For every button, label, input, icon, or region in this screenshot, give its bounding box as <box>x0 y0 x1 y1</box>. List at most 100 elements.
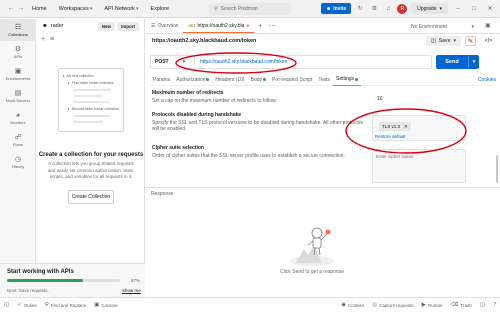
chevron-down-icon[interactable]: ▾ <box>469 59 479 65</box>
show-me-link[interactable]: Show me <box>122 288 141 293</box>
illustration-folder-row: ▸ Second folder inside collection <box>68 107 119 111</box>
console-icon: ▣ <box>94 302 100 308</box>
mock-server-icon: ▤ <box>14 89 22 97</box>
monitor-icon: ◕ <box>15 111 21 119</box>
settings-gear-icon[interactable]: ⚙ <box>369 4 379 14</box>
nav-api-network[interactable]: API Network▾ <box>98 6 144 12</box>
environment-select[interactable]: No Environment ▾ <box>408 21 478 32</box>
status-label: Console <box>101 302 118 308</box>
rail-item-environments[interactable]: ▣ Environments <box>0 63 36 85</box>
illustration-line <box>73 115 111 117</box>
new-tab-icon[interactable]: + <box>254 19 266 33</box>
rail-item-collections[interactable]: ☷ Collections <box>0 19 36 41</box>
remove-chip-icon[interactable]: ✕ <box>404 124 408 130</box>
add-icon[interactable]: + <box>41 36 45 43</box>
search-input[interactable]: ⚲ Search Postman <box>209 3 291 15</box>
tab-overview[interactable]: ☰ Overview <box>146 19 183 33</box>
max-redirects-input[interactable]: 10 <box>375 94 465 103</box>
tab-authorization[interactable]: Authorization <box>173 74 212 86</box>
tab-label: Tests <box>318 76 330 83</box>
rail-item-monitors[interactable]: ◕ Monitors <box>0 107 36 129</box>
send-button[interactable]: Send ▾ <box>436 55 479 69</box>
tab-label: Body <box>250 76 263 83</box>
restore-default-link[interactable]: Restore default <box>375 134 406 139</box>
environments-icon: ▣ <box>14 67 22 75</box>
url-input[interactable] <box>195 56 431 68</box>
nav-api-network-label: API Network <box>104 5 135 12</box>
send-label: Send <box>445 59 459 65</box>
sync-icon[interactable]: ↻ <box>355 4 365 14</box>
request-title: https://oauth2.sky.blackbaud.com/token <box>152 38 257 44</box>
environment-quicklook-icon[interactable]: ▣ <box>485 22 495 31</box>
minimize-icon[interactable]: – <box>452 6 464 12</box>
back-arrow-icon[interactable]: ← <box>6 4 16 14</box>
status-dot <box>206 78 210 81</box>
sidebar-toolbar: + ≡ <box>37 33 144 45</box>
edit-icon[interactable]: ✎ <box>465 36 476 46</box>
find-and-replace[interactable]: ⚲ Find and Replace <box>41 302 90 308</box>
nav-workspaces[interactable]: Workspaces▾ <box>53 6 99 12</box>
tab-pre-request-script[interactable]: Pre-request Script <box>269 74 315 86</box>
tab-label: Params <box>153 76 171 83</box>
illustration-label: My first collection <box>66 74 94 78</box>
help-button[interactable]: ? <box>489 302 500 308</box>
rail-item-apis[interactable]: ⚙ APIs <box>0 41 36 63</box>
tab-active-request[interactable]: GET https://oauth2.sky.bla ● <box>183 19 255 33</box>
tab-headers[interactable]: Headers (10) <box>212 74 247 86</box>
tab-options-icon[interactable]: ⋯ <box>266 19 278 33</box>
close-icon[interactable]: ✕ <box>484 5 496 12</box>
filter-icon[interactable]: ≡ <box>50 36 54 43</box>
nav-explore[interactable]: Explore <box>144 6 175 12</box>
astronaut-body <box>312 237 322 249</box>
notification-bell-icon[interactable]: ♫ <box>383 4 393 14</box>
workspace-icon: ☻ <box>42 23 48 29</box>
runner-icon: ▶ <box>421 302 426 308</box>
onboarding-progress-track <box>7 279 120 282</box>
status-label: Online <box>23 302 37 308</box>
code-icon[interactable]: </> <box>483 36 494 46</box>
protocol-chip: TLS v1.3 ✕ <box>379 122 411 131</box>
trash-button[interactable]: ⌫ Trash <box>447 302 476 308</box>
setting-description: Set a cap on the maximum number of redir… <box>152 98 277 104</box>
overview-icon: ☰ <box>151 23 156 29</box>
response-empty-hint: Click Send to get a response <box>280 269 344 275</box>
upgrade-button[interactable]: Upgrade ▾ <box>411 3 448 14</box>
avatar[interactable]: R <box>397 3 408 14</box>
method-select[interactable]: POST ▾ <box>151 56 195 68</box>
layout-toggle[interactable]: ◫ <box>476 302 489 308</box>
rail-item-flows[interactable]: ☍ Flows <box>0 129 36 151</box>
status-bar: ◫ ✓ Online ⚲ Find and Replace ▣ Console ◉ Co… <box>0 297 500 312</box>
invite-button[interactable]: ☻ Invite <box>320 3 352 14</box>
capture-requests-button[interactable]: ◎ Capture requests <box>368 302 417 308</box>
runner-button[interactable]: ▶ Runner <box>418 302 447 308</box>
maximize-icon[interactable]: □ <box>468 6 480 12</box>
workspace-header: ☻ rader New Import <box>37 19 144 33</box>
console-button[interactable]: ▣ Console <box>90 302 122 308</box>
save-button[interactable]: ◫ Save ▾ <box>426 36 461 46</box>
onboarding-progress-text: 67% <box>131 278 141 283</box>
tab-params[interactable]: Params <box>150 74 173 86</box>
tab-tests[interactable]: Tests <box>315 74 333 86</box>
create-collection-button[interactable]: Create Collection <box>68 190 114 204</box>
rail-item-mock-servers[interactable]: ▤ Mock Servers <box>0 85 36 107</box>
chevron-down-icon: ▾ <box>135 5 139 12</box>
cookies-link[interactable]: Cookies <box>478 74 496 86</box>
setting-description: Order of cipher suites that the SSL serv… <box>152 153 345 159</box>
rail-item-history[interactable]: ◷ History <box>0 151 36 173</box>
settings-scrollbar[interactable] <box>496 155 498 183</box>
forward-arrow-icon[interactable]: → <box>16 4 26 14</box>
history-icon: ◷ <box>14 155 22 163</box>
tab-body[interactable]: Body <box>248 74 269 86</box>
sidebar-toggle-icon: ◫ <box>4 302 10 308</box>
cookies-button[interactable]: ◉ Cookies <box>337 302 368 308</box>
nav-home[interactable]: Home <box>26 6 53 12</box>
tab-settings[interactable]: Settings <box>332 74 362 86</box>
top-bar: ← → Home Workspaces▾ API Network▾ Explor… <box>0 0 500 18</box>
illustration-collection-row: ▸ My first collection <box>63 74 94 78</box>
sidebar-toggle[interactable]: ◫ <box>0 302 13 308</box>
new-button[interactable]: New <box>97 21 115 31</box>
import-button[interactable]: Import <box>117 21 139 31</box>
cipher-suites-input[interactable] <box>372 149 466 183</box>
rail-label: History <box>11 163 25 169</box>
status-online[interactable]: ✓ Online <box>13 302 41 308</box>
